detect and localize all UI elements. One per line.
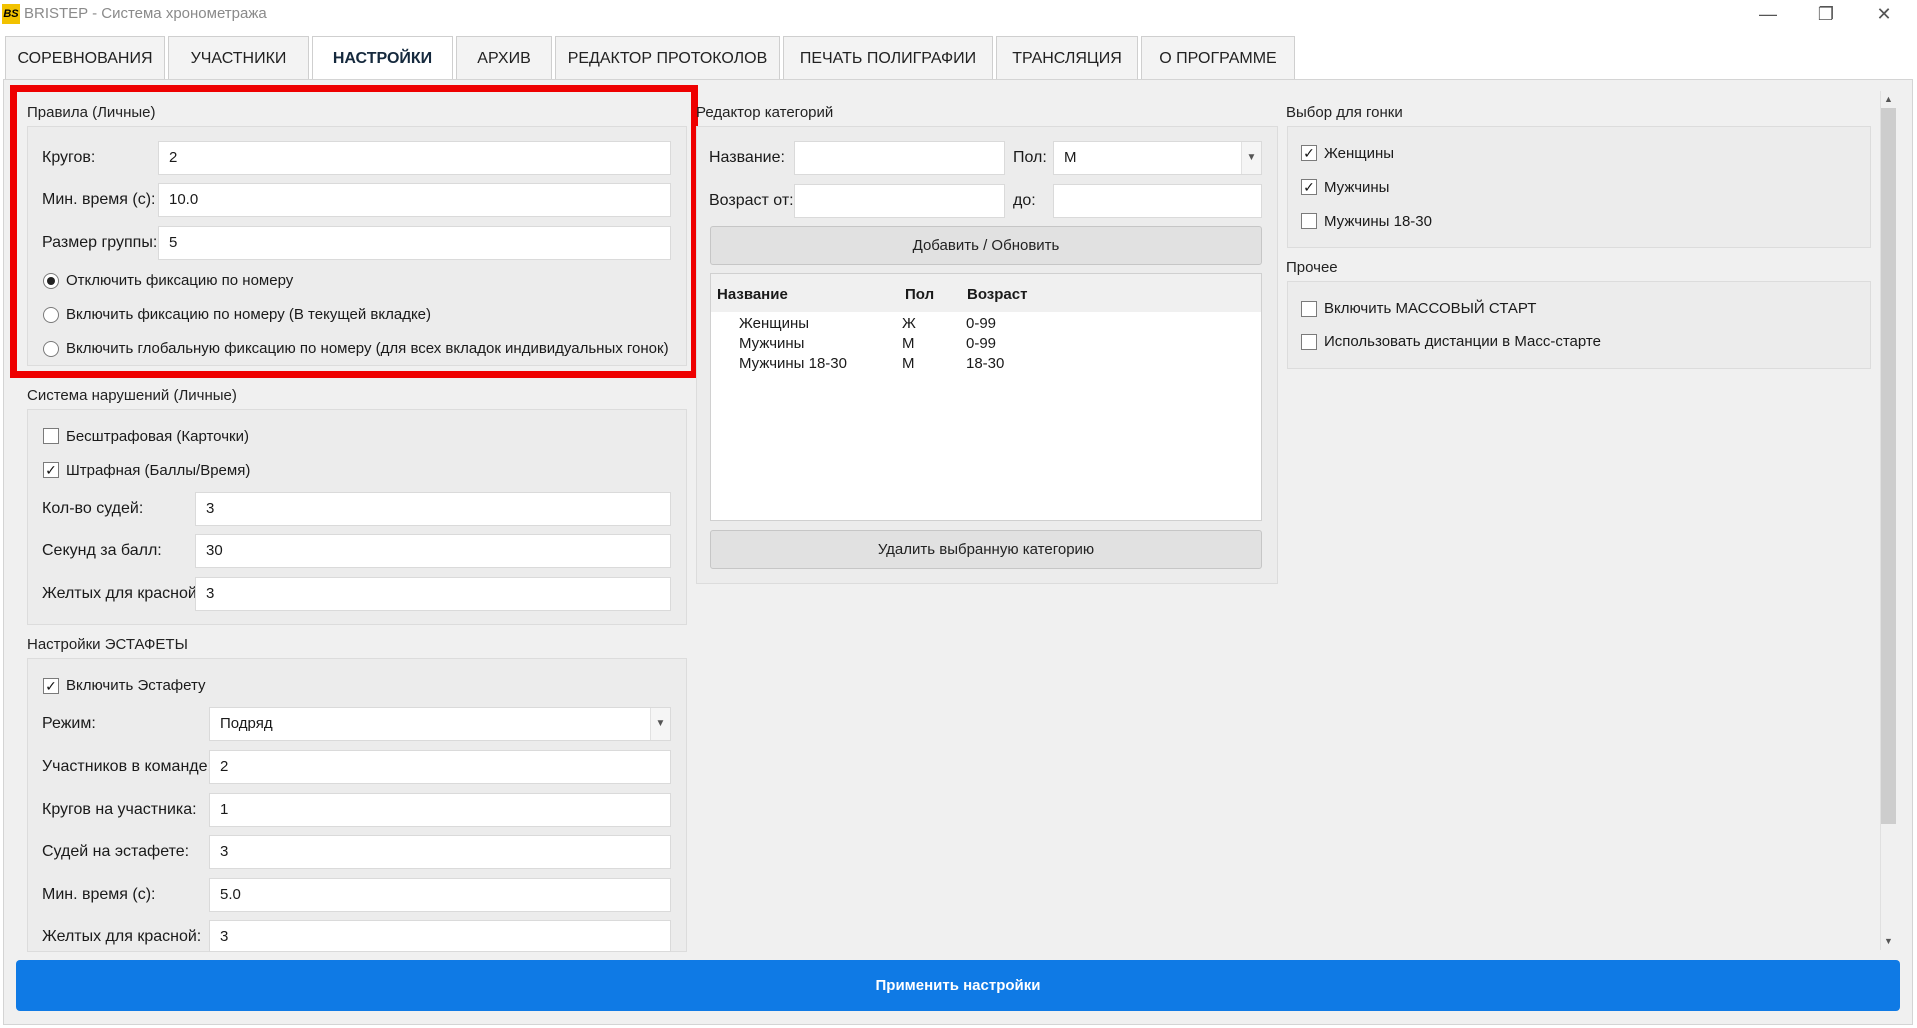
column-header-gender[interactable]: Пол [905,286,934,303]
category-name-label: Название: [709,149,785,166]
other-group-title: Прочее [1286,259,1338,276]
scroll-up-icon[interactable]: ▲ [1880,91,1897,108]
delete-category-button[interactable]: Удалить выбранную категорию [710,530,1262,569]
judges-count-label: Кол-во судей: [42,500,144,517]
team-size-label: Участников в команде: [42,758,212,775]
mass-start-checkbox[interactable] [1301,301,1317,317]
mass-start-distances-checkbox[interactable] [1301,334,1317,350]
scrollbar-thumb[interactable] [1881,108,1896,824]
age-from-label: Возраст от: [709,192,794,209]
yellow-for-red-label: Желтых для красной: [42,585,202,602]
mass-start-distances-label: Использовать дистанции в Масс-старте [1324,333,1601,350]
race-men-18-30-label: Мужчины 18-30 [1324,213,1432,230]
close-icon[interactable]: ✕ [1864,2,1904,28]
chevron-down-icon[interactable]: ▼ [1241,142,1261,174]
category-list[interactable]: Название Пол Возраст Женщины Ж 0-99 Мужч… [710,273,1262,521]
race-women-checkbox[interactable]: ✓ [1301,145,1317,161]
relay-group-title: Настройки ЭСТАФЕТЫ [27,636,188,653]
tab-settings[interactable]: НАСТРОЙКИ [312,36,453,81]
category-row-gender[interactable]: Ж [902,315,916,332]
column-header-age[interactable]: Возраст [967,286,1027,303]
judges-count-field[interactable]: 3 [195,492,671,526]
other-panel [1287,281,1871,369]
race-men-label: Мужчины [1324,179,1390,196]
penalty-checkbox[interactable]: ✓ [43,462,59,478]
tab-competitions[interactable]: СОРЕВНОВАНИЯ [5,36,165,79]
relay-yellow-for-red-field[interactable]: 3 [209,920,671,952]
relay-judges-field[interactable]: 3 [209,835,671,869]
age-to-field[interactable] [1053,184,1262,218]
category-row-age[interactable]: 0-99 [966,335,996,352]
tab-about[interactable]: О ПРОГРАММЕ [1141,36,1295,79]
tab-participants[interactable]: УЧАСТНИКИ [168,36,309,79]
gender-value: М [1064,149,1077,166]
sec-per-point-field[interactable]: 30 [195,534,671,568]
race-women-label: Женщины [1324,145,1395,162]
tab-archive[interactable]: АРХИВ [456,36,552,79]
no-penalty-label: Бесштрафовая (Карточки) [66,428,249,445]
add-update-category-button[interactable]: Добавить / Обновить [710,226,1262,265]
age-to-label: до: [1013,192,1036,209]
tab-protocol-editor[interactable]: РЕДАКТОР ПРОТОКОЛОВ [555,36,780,79]
race-men-18-30-checkbox[interactable] [1301,213,1317,229]
penalty-label: Штрафная (Баллы/Время) [66,462,251,479]
highlight-box [10,85,698,378]
relay-yellow-for-red-label: Желтых для красной: [42,928,202,945]
relay-min-time-field[interactable]: 5.0 [209,878,671,912]
category-row-age[interactable]: 18-30 [966,355,1004,372]
category-row-name[interactable]: Мужчины [739,335,804,352]
race-men-checkbox[interactable]: ✓ [1301,179,1317,195]
category-row-gender[interactable]: М [902,335,915,352]
window-title: BRISTEP - Система хронометража [24,5,267,22]
laps-per-participant-field[interactable]: 1 [209,793,671,827]
mass-start-label: Включить МАССОВЫЙ СТАРТ [1324,300,1537,317]
relay-enable-label: Включить Эстафету [66,677,206,694]
laps-per-participant-label: Кругов на участника: [42,801,197,818]
category-row-gender[interactable]: М [902,355,915,372]
apply-settings-button[interactable]: Применить настройки [16,960,1900,1011]
relay-judges-label: Судей на эстафете: [42,843,190,860]
relay-enable-checkbox[interactable]: ✓ [43,678,59,694]
relay-mode-value: Подряд [220,715,273,732]
team-size-field[interactable]: 2 [209,750,671,784]
scroll-down-icon[interactable]: ▼ [1880,933,1897,950]
sec-per-point-label: Секунд за балл: [42,542,162,559]
tab-broadcast[interactable]: ТРАНСЛЯЦИЯ [996,36,1138,79]
no-penalty-checkbox[interactable] [43,428,59,444]
relay-mode-select[interactable]: Подряд ▼ [209,707,671,741]
column-header-name[interactable]: Название [717,286,788,303]
category-editor-title: Редактор категорий [696,104,834,121]
gender-label: Пол: [1013,149,1047,166]
tab-print[interactable]: ПЕЧАТЬ ПОЛИГРАФИИ [783,36,993,79]
category-row-name[interactable]: Мужчины 18-30 [739,355,847,372]
minimize-icon[interactable]: — [1748,2,1788,28]
category-row-age[interactable]: 0-99 [966,315,996,332]
relay-min-time-label: Мин. время (с): [42,886,156,903]
maximize-icon[interactable]: ❐ [1806,2,1846,28]
category-name-field[interactable] [794,141,1005,175]
age-from-field[interactable] [794,184,1005,218]
category-row-name[interactable]: Женщины [739,315,809,332]
app-logo: BS [2,4,20,24]
chevron-down-icon[interactable]: ▼ [650,708,670,740]
race-select-title: Выбор для гонки [1286,104,1403,121]
relay-mode-label: Режим: [42,715,96,732]
violations-group-title: Система нарушений (Личные) [27,387,237,404]
title-bar [0,0,1917,30]
gender-select[interactable]: М ▼ [1053,141,1262,175]
yellow-for-red-field[interactable]: 3 [195,577,671,611]
